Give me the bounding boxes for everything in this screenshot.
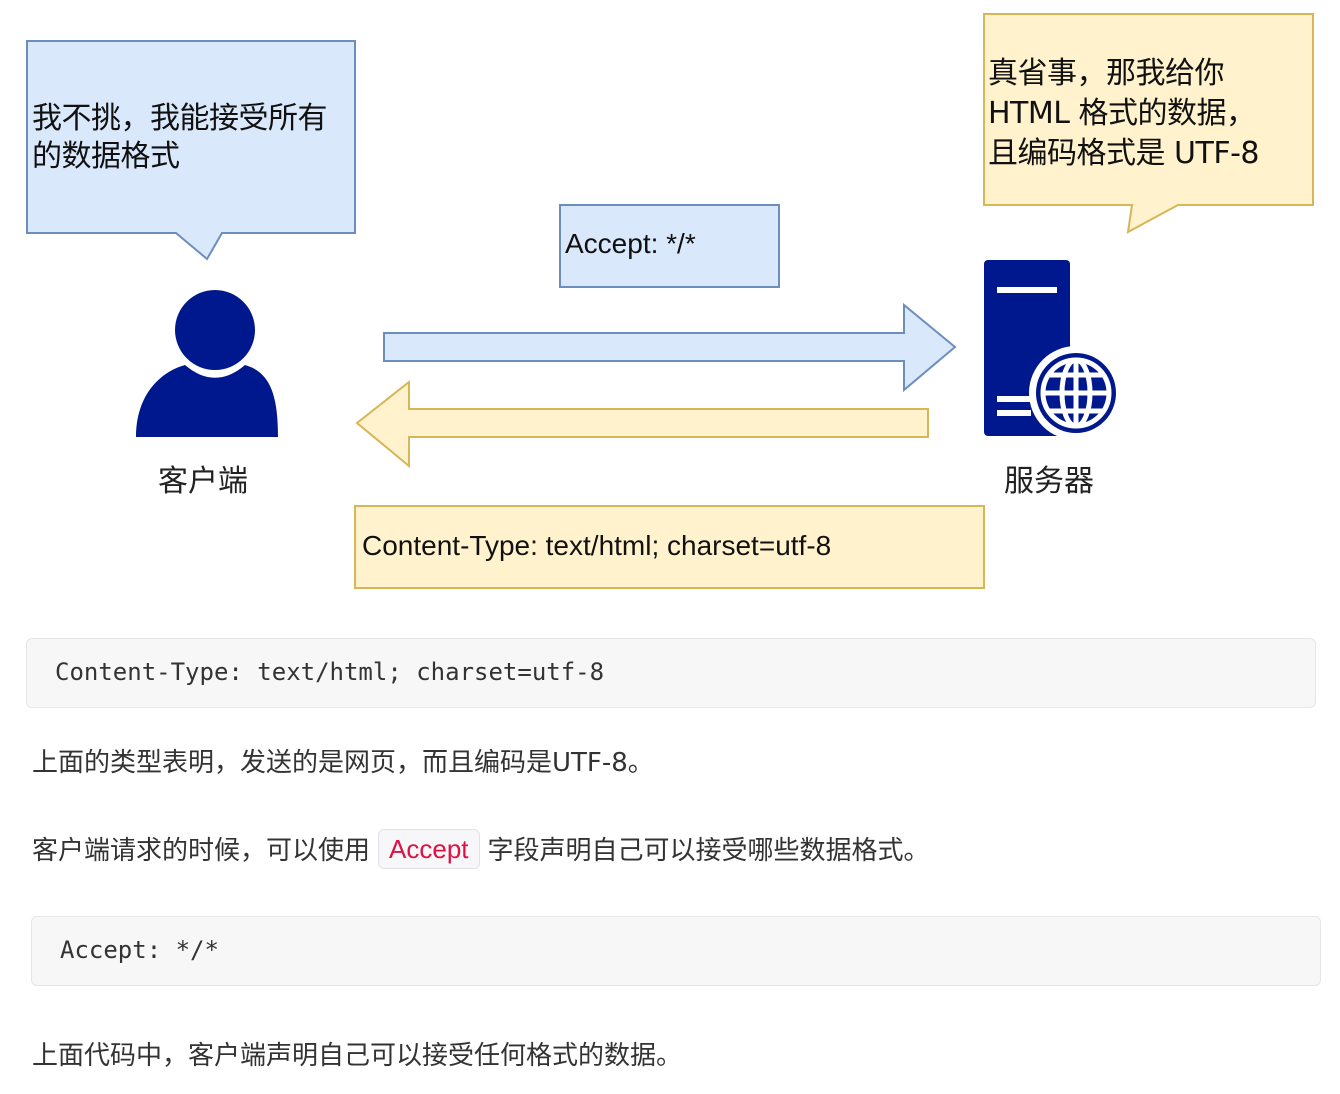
response-header-label: Content-Type: text/html; charset=utf-8 <box>362 530 832 561</box>
code-block-accept: Accept: */* <box>31 916 1321 986</box>
server-bubble-line: 真省事，那我给你 <box>988 56 1225 91</box>
paragraph-accept-usage: 客户端请求的时候，可以使用 Accept 字段声明自己可以接受哪些数据格式。 <box>32 828 930 872</box>
globe-icon <box>1029 346 1123 440</box>
server-bubble-line: HTML 格式的数据， <box>988 96 1256 131</box>
client-bubble-text: 我不挑，我能接受所有的数据格式 <box>32 101 328 174</box>
code-block-content-type: Content-Type: text/html; charset=utf-8 <box>26 638 1316 708</box>
code-text: Accept: */* <box>60 936 219 964</box>
server-label: 服务器 <box>1004 464 1094 499</box>
paragraph-text: 字段声明自己可以接受哪些数据格式。 <box>487 836 930 866</box>
paragraph-type-explanation: 上面的类型表明，发送的是网页，而且编码是UTF-8。 <box>32 748 654 778</box>
code-text: Content-Type: text/html; charset=utf-8 <box>55 658 605 686</box>
http-content-negotiation-diagram: 我不挑，我能接受所有的数据格式 真省事，那我给你 HTML 格式的数据， 且编码… <box>0 0 1340 600</box>
server-bubble-text: 真省事，那我给你 HTML 格式的数据， 且编码格式是 UTF-8 <box>988 54 1308 174</box>
arrow-right-icon <box>383 302 957 393</box>
paragraph-accept-explanation: 上面代码中，客户端声明自己可以接受任何格式的数据。 <box>32 1041 683 1071</box>
client-label: 客户端 <box>158 464 248 499</box>
paragraph-text: 客户端请求的时候，可以使用 <box>32 836 371 866</box>
user-icon <box>136 290 278 437</box>
inline-code-accept: Accept <box>378 828 480 869</box>
server-bubble-line: 且编码格式是 UTF-8 <box>988 136 1260 171</box>
arrow-left-icon <box>355 379 929 469</box>
request-header-label: Accept: */* <box>565 228 696 259</box>
